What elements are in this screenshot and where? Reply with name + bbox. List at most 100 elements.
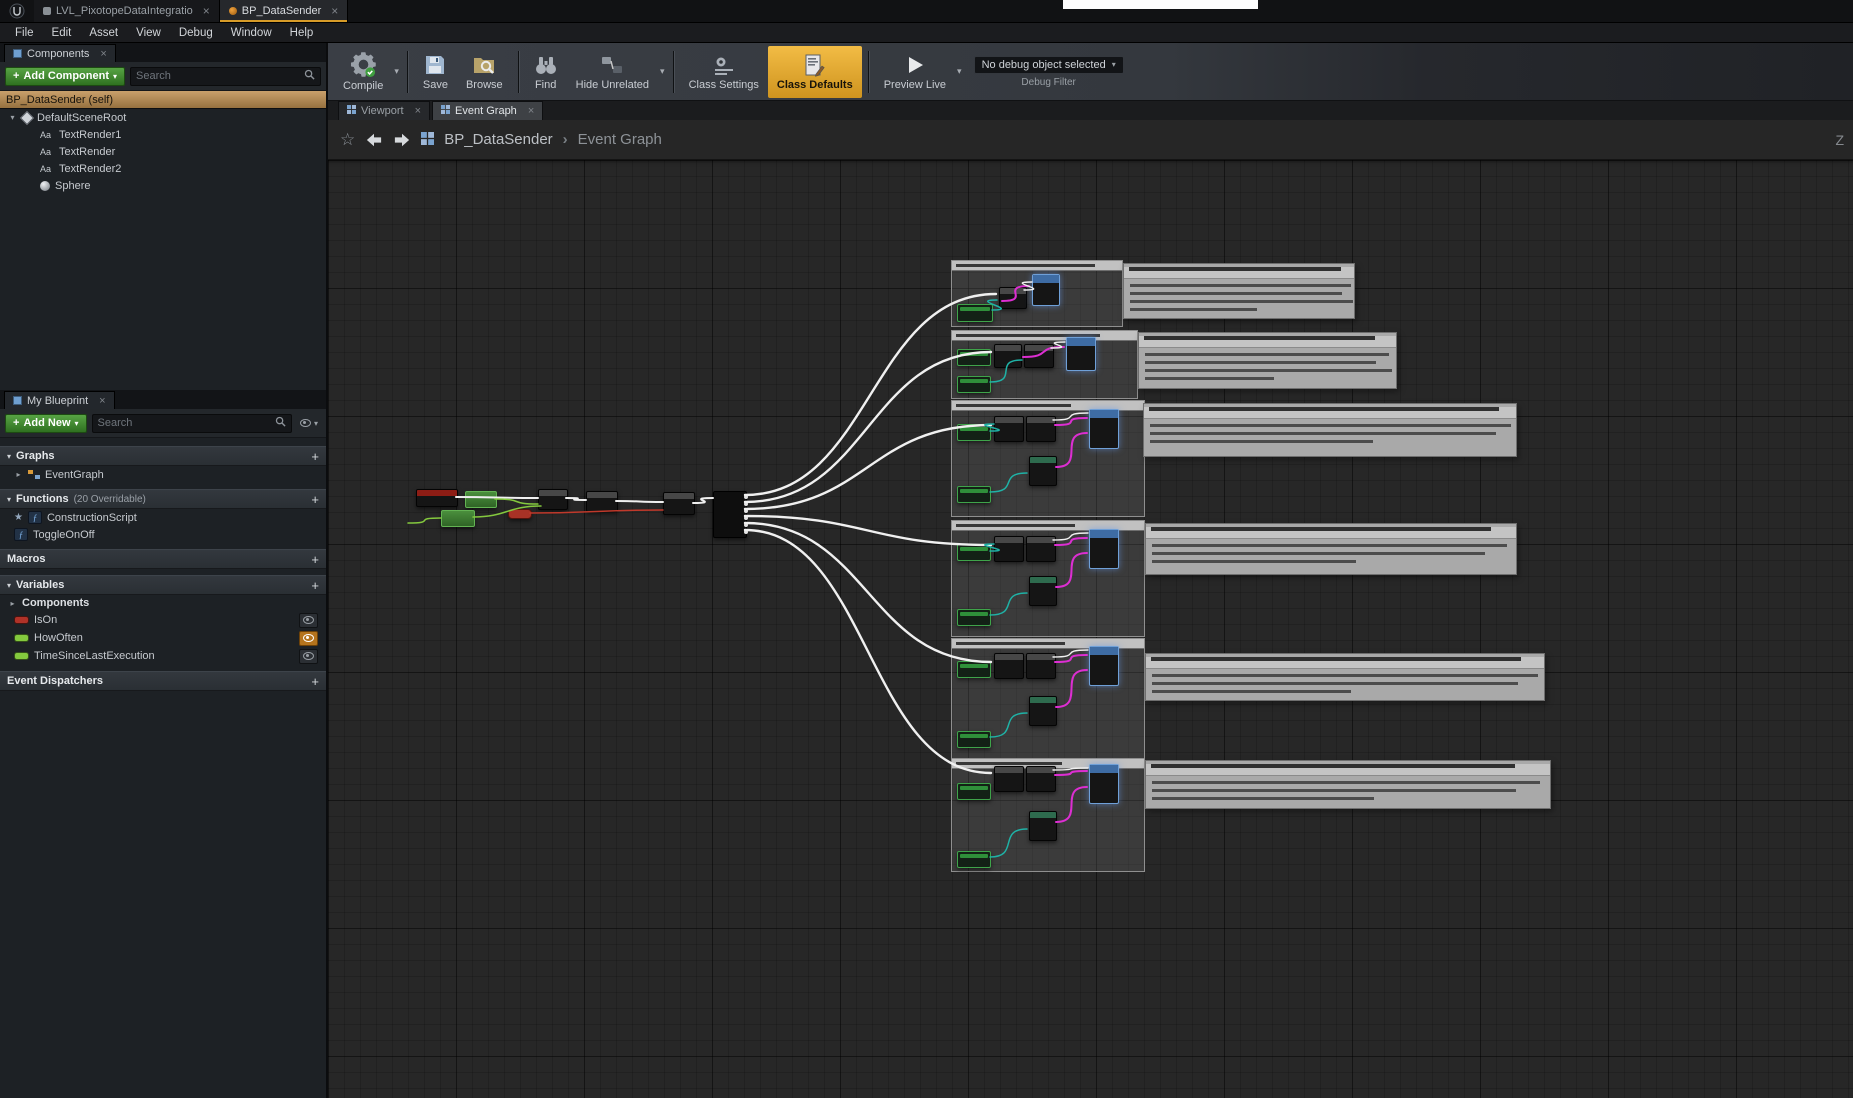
menu-help[interactable]: Help [281,27,323,39]
list-item-constructionscript[interactable]: ★ƒConstructionScript [0,509,326,526]
bp-node-func[interactable] [1024,344,1054,368]
breadcrumb-asset[interactable]: BP_DataSender [444,131,552,148]
component-tree-item-textrender[interactable]: AaTextRender [0,143,326,160]
node-cluster-1[interactable] [951,260,1123,327]
bp-node-get[interactable] [957,609,991,626]
add-component-button[interactable]: + Add Component ▾ [5,67,125,86]
section-header-graphs[interactable]: ▾Graphs+ [0,446,326,466]
tab-components[interactable]: Components × [4,44,116,62]
comment-node-1[interactable] [1123,263,1355,319]
bp-node-pure[interactable] [441,510,475,527]
bp-node-pure[interactable] [465,491,497,508]
bp-node-func[interactable] [994,344,1022,368]
expander-icon[interactable]: ▸ [8,599,17,608]
component-tree-item-defaultsceneroot[interactable]: ▾DefaultSceneRoot [0,109,326,126]
bp-node-target[interactable] [1066,337,1096,371]
menu-edit[interactable]: Edit [43,27,81,39]
bp-node-event[interactable] [416,489,458,507]
component-tree-item-textrender2[interactable]: AaTextRender2 [0,160,326,177]
bp-node-func[interactable] [663,492,695,515]
visibility-eye-icon[interactable] [299,649,318,664]
bp-node-get[interactable] [957,304,993,322]
comment-node-3[interactable] [1143,403,1517,457]
forward-arrow-button[interactable] [393,132,411,148]
preview-live-button[interactable]: Preview Live [875,46,955,98]
bp-node-func[interactable] [538,489,568,510]
tab-viewport[interactable]: Viewport × [338,101,430,120]
hide-unrelated-button[interactable]: Hide Unrelated [567,46,658,98]
close-icon[interactable]: × [415,105,421,117]
section-expander-icon[interactable]: ▾ [7,495,11,504]
section-expander-icon[interactable]: ▾ [7,581,11,590]
bp-node-func[interactable] [1026,416,1056,442]
bp-node-get[interactable] [957,544,991,561]
tab-event-graph[interactable]: Event Graph × [432,101,543,120]
add-variables-button[interactable]: + [311,578,319,593]
bp-node-mid[interactable] [1029,576,1057,606]
bp-node-get[interactable] [957,661,991,678]
bp-node-mid[interactable] [1029,811,1057,841]
save-button[interactable]: Save [414,46,457,98]
section-header-functions[interactable]: ▾Functions(20 Overridable)+ [0,489,326,509]
list-item-timesincelastexecution[interactable]: TimeSinceLastExecution [0,647,326,665]
bp-node-func[interactable] [1026,766,1056,792]
node-cluster-5[interactable] [951,638,1145,759]
debug-object-select[interactable]: No debug object selected ▾ [974,56,1124,74]
components-search-input[interactable]: Search [130,67,321,86]
preview-live-caret[interactable]: ▾ [957,66,962,77]
expander-icon[interactable]: ▾ [8,113,17,122]
compile-options-caret[interactable]: ▾ [394,66,399,77]
hide-unrelated-caret[interactable]: ▾ [660,66,665,77]
bp-node-target[interactable] [1089,646,1119,686]
menu-window[interactable]: Window [222,27,281,39]
visibility-eye-icon[interactable] [299,613,318,628]
close-icon[interactable]: × [99,395,105,407]
list-item-eventgraph[interactable]: ▸EventGraph [0,466,326,483]
list-item-ison[interactable]: IsOn [0,611,326,629]
bp-node-target[interactable] [1089,529,1119,569]
visibility-eye-icon[interactable] [299,631,318,646]
node-cluster-3[interactable] [951,400,1145,517]
comment-node-4[interactable] [1145,523,1517,575]
menu-file[interactable]: File [6,27,43,39]
view-options-button[interactable]: ▾ [297,419,321,428]
node-cluster-2[interactable] [951,330,1138,399]
bp-node-func[interactable] [1026,653,1056,679]
close-icon[interactable]: × [203,4,210,18]
list-item-toggleonoff[interactable]: ƒToggleOnOff [0,526,326,543]
bp-node-func[interactable] [999,287,1027,309]
bp-node-get[interactable] [957,349,991,366]
section-header-event-dispatchers[interactable]: Event Dispatchers+ [0,671,326,691]
bp-node-get[interactable] [957,851,991,868]
bp-node-target[interactable] [1032,274,1060,306]
self-row[interactable]: BP_DataSender (self) [0,91,326,109]
comment-node-2[interactable] [1138,332,1397,389]
add-new-button[interactable]: + Add New ▾ [5,414,87,433]
bp-node-func[interactable] [994,653,1024,679]
bp-node-func[interactable] [994,416,1024,442]
close-icon[interactable]: × [528,105,534,117]
compile-button[interactable]: Compile [334,46,392,98]
section-header-macros[interactable]: Macros+ [0,549,326,569]
bp-node-get[interactable] [957,731,991,748]
bp-node-target[interactable] [1089,409,1119,449]
menu-view[interactable]: View [127,27,170,39]
find-button[interactable]: Find [525,46,567,98]
bp-node-pill[interactable] [508,509,532,519]
graph-canvas[interactable] [328,160,1853,1098]
asset-tab-level[interactable]: LVL_PixotopeDataIntegratio × [34,0,220,22]
bp-node-get[interactable] [957,486,991,503]
browse-button[interactable]: Browse [457,46,512,98]
comment-node-6[interactable] [1145,760,1551,809]
menu-asset[interactable]: Asset [80,27,127,39]
list-item-howoften[interactable]: HowOften [0,629,326,647]
component-tree-item-sphere[interactable]: Sphere [0,177,326,194]
comment-node-5[interactable] [1145,653,1545,701]
variables-group-components[interactable]: ▸Components [0,595,326,611]
section-expander-icon[interactable]: ▾ [7,452,11,461]
close-icon[interactable]: × [100,48,106,60]
bp-node-mid[interactable] [1029,456,1057,486]
add-graphs-button[interactable]: + [311,449,319,464]
add-event-dispatchers-button[interactable]: + [311,674,319,689]
back-arrow-button[interactable] [365,132,383,148]
